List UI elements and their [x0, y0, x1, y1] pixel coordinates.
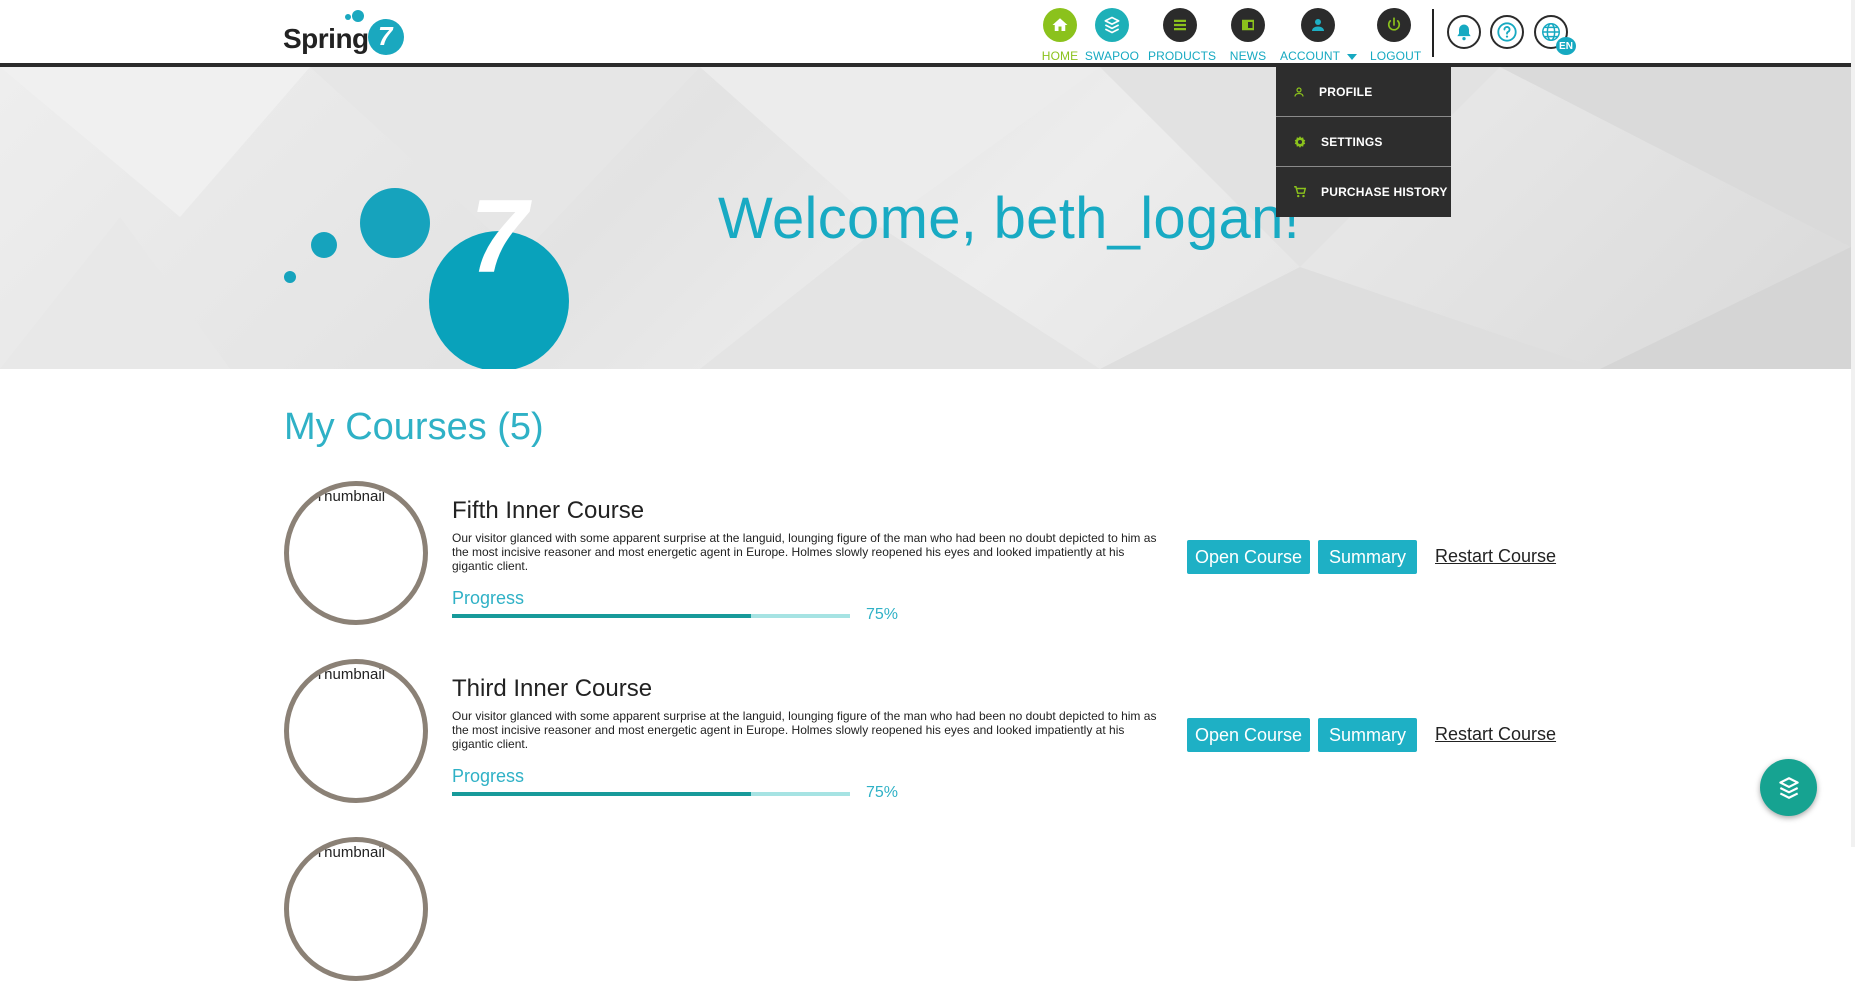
- cart-icon: [1294, 186, 1307, 198]
- menu-item-profile-label: PROFILE: [1319, 84, 1373, 99]
- course-thumbnail[interactable]: Thumbnail: [284, 837, 428, 981]
- restart-course-link[interactable]: Restart Course: [1435, 724, 1556, 745]
- nav-news-label: NEWS: [1229, 49, 1267, 63]
- progress-bar: [452, 614, 850, 618]
- help-button[interactable]: [1490, 15, 1524, 49]
- progress-label: Progress: [452, 766, 525, 786]
- course-title: Fifth Inner Course: [452, 497, 645, 524]
- my-courses-title: My Courses (5): [284, 406, 544, 448]
- menu-item-profile[interactable]: PROFILE: [1276, 67, 1451, 117]
- nav-home-label: HOME: [1041, 49, 1079, 63]
- top-navigation-bar: Spring 7 HOME SWAPOO PRODUCTS NEWS ACCOU…: [0, 0, 1851, 67]
- nav-products[interactable]: PRODUCTS: [1148, 8, 1217, 63]
- progress-percent: 75%: [866, 784, 899, 801]
- progress-bar-fill: [452, 792, 751, 796]
- swapoo-icon: [1778, 776, 1799, 799]
- nav-logout-label: LOGOUT: [1370, 49, 1422, 63]
- progress-label: Progress: [452, 588, 525, 608]
- menu-item-settings-label: SETTINGS: [1321, 134, 1383, 149]
- summary-button[interactable]: Summary: [1318, 540, 1417, 574]
- course-card: Thumbnail: [284, 837, 1584, 987]
- nav-account-text: ACCOUNT: [1280, 49, 1340, 63]
- thumbnail-alt-text: Thumbnail: [315, 488, 386, 505]
- thumbnail-alt-text: Thumbnail: [315, 666, 386, 683]
- swapoo-icon: [1095, 8, 1129, 42]
- course-thumbnail[interactable]: Thumbnail: [284, 659, 428, 803]
- nav-home[interactable]: HOME: [1038, 8, 1082, 63]
- nav-news[interactable]: NEWS: [1228, 8, 1268, 63]
- course-description: Our visitor glanced with some apparent s…: [452, 531, 1157, 573]
- course-card: Thumbnail Third Inner Course Our visitor…: [284, 659, 1584, 809]
- course-description: Our visitor glanced with some apparent s…: [452, 709, 1157, 751]
- menu-item-purchase-history[interactable]: PURCHASE HISTORY: [1276, 167, 1451, 217]
- caret-down-icon: [1347, 53, 1358, 60]
- nav-account-label: ACCOUNT: [1280, 49, 1358, 63]
- home-icon: [1043, 8, 1077, 42]
- course-thumbnail[interactable]: Thumbnail: [284, 481, 428, 625]
- account-icon: [1301, 8, 1335, 42]
- nav-products-label: PRODUCTS: [1148, 49, 1217, 63]
- language-badge: EN: [1556, 37, 1576, 55]
- products-icon: [1163, 8, 1197, 42]
- logo-badge-number: 7: [378, 21, 393, 51]
- nav-logout[interactable]: LOGOUT: [1370, 8, 1422, 63]
- welcome-heading: Welcome, beth_logan!: [718, 186, 1301, 251]
- account-dropdown-menu: PROFILE SETTINGS PURCHASE HISTORY: [1276, 67, 1451, 217]
- power-icon: [1377, 8, 1411, 42]
- bell-icon: [1457, 24, 1471, 41]
- nav-account[interactable]: ACCOUNT: [1280, 8, 1358, 63]
- question-icon: [1497, 22, 1517, 42]
- gear-icon: [1294, 135, 1306, 148]
- open-course-button[interactable]: Open Course: [1187, 540, 1310, 574]
- scrollbar-track[interactable]: [1851, 0, 1855, 847]
- progress-bar: [452, 792, 850, 796]
- course-card: Thumbnail Fifth Inner Course Our visitor…: [284, 481, 1584, 631]
- swapoo-fab-button[interactable]: [1760, 759, 1817, 816]
- hero-spring7-logo: [284, 188, 569, 369]
- person-icon: [1294, 86, 1304, 97]
- open-course-button[interactable]: Open Course: [1187, 718, 1310, 752]
- notifications-button[interactable]: [1447, 15, 1481, 49]
- spring7-logo[interactable]: Spring 7: [283, 6, 408, 58]
- menu-item-purchase-history-label: PURCHASE HISTORY: [1321, 185, 1448, 199]
- nav-swapoo-label: SWAPOO: [1084, 49, 1140, 63]
- summary-button[interactable]: Summary: [1318, 718, 1417, 752]
- hero-logo-number: 7: [470, 179, 528, 295]
- hero-banner: 7 Welcome, beth_logan!: [0, 67, 1851, 369]
- course-title: Third Inner Course: [452, 675, 653, 702]
- menu-item-settings[interactable]: SETTINGS: [1276, 117, 1451, 167]
- progress-bar-fill: [452, 614, 751, 618]
- restart-course-link[interactable]: Restart Course: [1435, 546, 1556, 567]
- nav-divider: [1432, 9, 1434, 57]
- news-icon: [1231, 8, 1265, 42]
- progress-percent: 75%: [866, 606, 899, 623]
- nav-swapoo[interactable]: SWAPOO: [1084, 8, 1140, 63]
